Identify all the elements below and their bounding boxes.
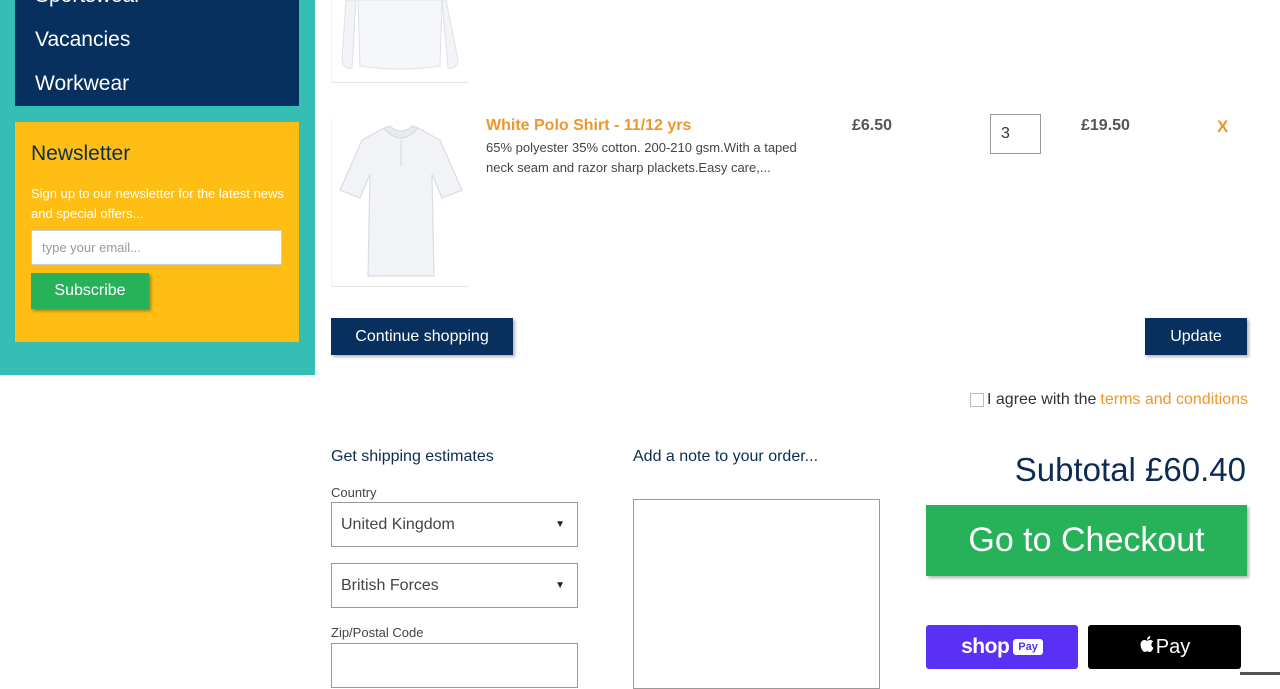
nav-item-workwear[interactable]: Workwear [35, 72, 129, 96]
remove-item-button[interactable]: X [1217, 117, 1228, 137]
cart-item-price: £6.50 [852, 117, 893, 134]
terms-link[interactable]: terms and conditions [1100, 391, 1248, 409]
order-note-title: Add a note to your order... [633, 448, 819, 465]
continue-shopping-button[interactable]: Continue shopping [331, 318, 513, 355]
apple-pay-button[interactable]: Pay [1088, 625, 1241, 669]
shipping-estimates-title: Get shipping estimates [331, 448, 494, 465]
apple-pay-label: Pay [1155, 635, 1191, 658]
nav-item-sportswear[interactable]: Sportswear [35, 0, 141, 8]
subtotal: Subtotal £60.40 [1014, 451, 1246, 488]
quantity-input[interactable]: 3 [990, 114, 1041, 154]
cart-item-line-total: £19.50 [1081, 117, 1130, 134]
nav-item-vacancies[interactable]: Vacancies [35, 28, 130, 52]
long-sleeve-shirt-icon [341, 0, 459, 70]
terms-checkbox[interactable] [970, 393, 984, 407]
update-cart-button[interactable]: Update [1145, 318, 1247, 355]
newsletter-description: Sign up to our newsletter for the latest… [31, 186, 284, 221]
zip-input[interactable] [331, 643, 578, 688]
product-image-shirt[interactable] [331, 0, 469, 83]
apple-logo-icon [1139, 635, 1154, 659]
shop-pay-button[interactable]: shop Pay [926, 625, 1078, 669]
terms-agree-text: I agree with the [987, 391, 1097, 408]
country-label: Country [331, 485, 377, 500]
country-select-value: United Kingdom [341, 516, 455, 533]
dropdown-caret-icon: ▼ [555, 580, 565, 591]
subscribe-button[interactable]: Subscribe [31, 273, 149, 309]
province-select[interactable]: British Forces ▼ [331, 563, 578, 608]
sidebar-nav: Sportswear Vacancies Workwear [15, 0, 299, 106]
country-select[interactable]: United Kingdom ▼ [331, 502, 578, 547]
newsletter-title: Newsletter [31, 142, 131, 165]
shop-pay-badge: Pay [1013, 639, 1043, 655]
polo-shirt-icon [339, 125, 463, 277]
cart-item-title[interactable]: White Polo Shirt - 11/12 yrs [486, 117, 691, 135]
order-note-textarea[interactable] [633, 499, 880, 689]
checkout-button[interactable]: Go to Checkout [926, 505, 1247, 576]
terms-agreement: I agree with the terms and conditions [970, 391, 1248, 409]
newsletter-panel: Newsletter Sign up to our newsletter for… [15, 122, 299, 342]
cart-item-description: 65% polyester 35% cotton. 200-210 gsm.Wi… [486, 140, 797, 175]
zip-label: Zip/Postal Code [331, 625, 424, 640]
newsletter-email-input[interactable]: type your email... [31, 230, 282, 265]
shop-pay-logo-text: shop [961, 635, 1010, 658]
product-image-polo[interactable] [331, 118, 469, 287]
dropdown-caret-icon: ▼ [555, 519, 565, 530]
province-select-value: British Forces [341, 577, 439, 594]
